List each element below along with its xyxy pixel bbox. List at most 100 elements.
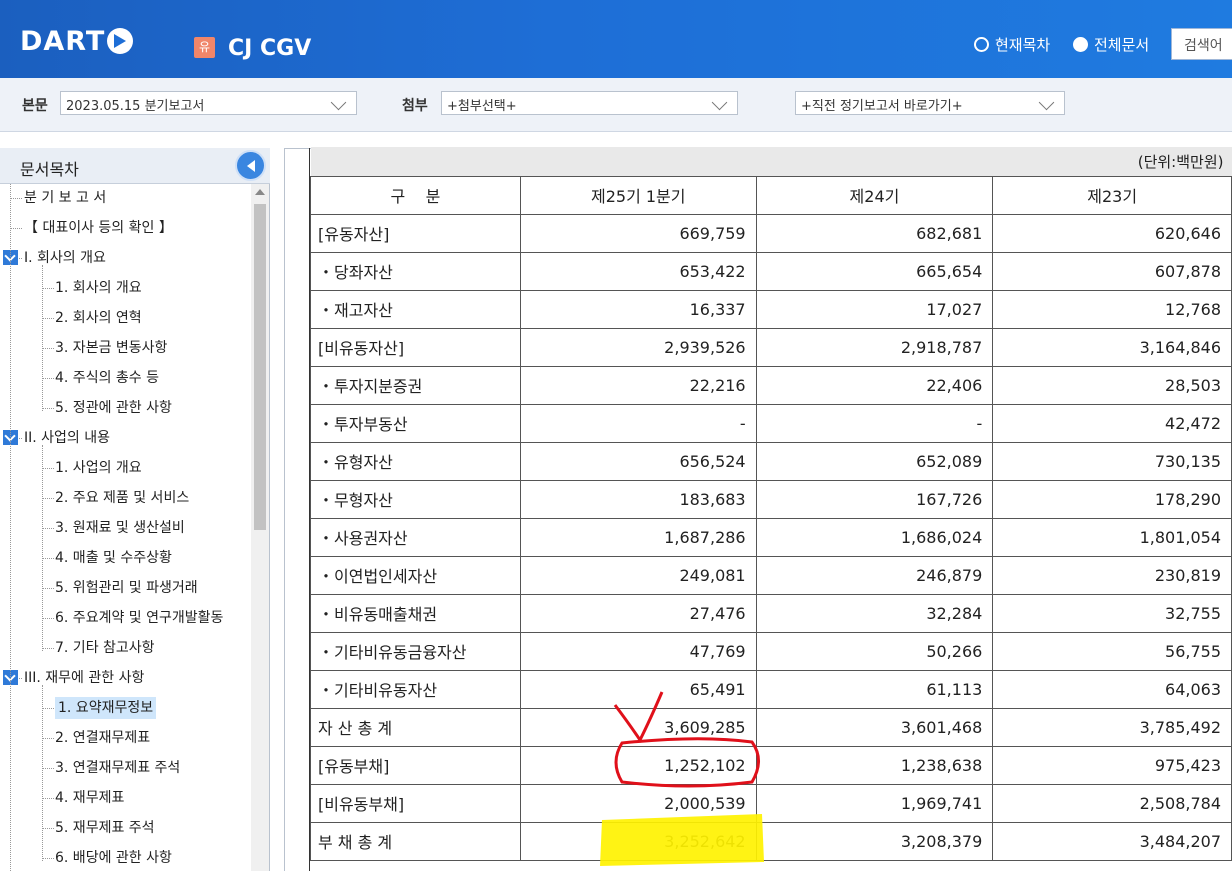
toc-sidebar: 문서목차 분 기 보 고 서 【 대표이사 등의 확인 】 I. 회사의 개요 1. … — [0, 148, 270, 871]
cell-value: 620,646 — [992, 213, 1232, 253]
toc-item[interactable]: 5. 정관에 관한 사항 — [55, 397, 172, 419]
row-label: ・무형자산 — [310, 479, 521, 519]
tree-connector — [42, 618, 54, 619]
row-label: [비유동부채] — [310, 783, 521, 823]
table-row: ・투자지분증권 22,216 22,406 28,503 — [310, 365, 1232, 405]
tree-connector — [42, 468, 54, 469]
dart-logo[interactable]: DART — [20, 24, 134, 58]
unit-label: (단위:백만원) — [310, 147, 1232, 177]
toc-item[interactable]: 분 기 보 고 서 — [24, 187, 106, 209]
attach-select-value: +첨부선택+ — [447, 99, 517, 114]
previous-report-value: +직전 정기보고서 바로가기+ — [801, 99, 963, 114]
table-row: ・기타비유동자산 65,491 61,113 64,063 — [310, 669, 1232, 709]
chevron-down-icon — [1038, 94, 1055, 111]
table-header-row: 구 분 제25기 1분기 제24기 제23기 — [310, 175, 1232, 215]
toc-item[interactable]: II. 사업의 내용 — [24, 427, 110, 449]
radio-current-toc[interactable]: 현재목차 — [974, 34, 1050, 55]
row-label: ・기타비유동금융자산 — [310, 631, 521, 671]
table-row: ・유형자산 656,524 652,089 730,135 — [310, 441, 1232, 481]
row-label: ・재고자산 — [310, 289, 521, 329]
table-row: ・투자부동산 - -42,472 — [310, 403, 1232, 443]
cell-value: 1,687,286 — [519, 517, 757, 557]
cell-value: 2,918,787 — [755, 327, 994, 367]
row-label: ・이연법인세자산 — [310, 555, 521, 595]
cell-value: 249,081 — [519, 555, 757, 595]
scroll-thumb[interactable] — [254, 204, 266, 530]
cell-value: 3,164,846 — [992, 327, 1232, 367]
tree-connector — [42, 708, 54, 709]
cell-value: - — [755, 403, 994, 443]
toc-item[interactable]: 1. 회사의 개요 — [55, 277, 142, 299]
cell-value: 32,755 — [992, 593, 1232, 633]
cell-value: 669,759 — [519, 213, 757, 253]
toc-item[interactable]: 2. 연결재무제표 — [55, 727, 150, 749]
cell-value: 246,879 — [755, 555, 994, 595]
cell-value: 607,878 — [992, 251, 1232, 291]
cell-value: 2,508,784 — [992, 783, 1232, 823]
cell-value: 3,484,207 — [992, 821, 1232, 861]
cell-value: 56,755 — [992, 631, 1232, 671]
toc-item[interactable]: 3. 자본금 변동사항 — [55, 337, 167, 359]
radio-circle-filled-icon — [1073, 37, 1088, 52]
table-row: [유동자산] 669,759 682,681 620,646 — [310, 213, 1232, 253]
tree-connector — [42, 798, 54, 799]
toc-item[interactable]: 1. 요약재무정보 — [55, 697, 157, 719]
top-header: DART 유 CJ CGV 현재목차 전체문서 검색어 — [0, 0, 1232, 78]
header-category: 구 분 — [310, 175, 521, 215]
tree-guide-line — [10, 184, 11, 871]
tree-connector — [10, 228, 22, 229]
cell-value: 3,252,642 — [519, 821, 757, 861]
tree-connector — [42, 378, 54, 379]
cell-value: 167,726 — [755, 479, 994, 519]
toc-item[interactable]: 4. 재무제표 — [55, 787, 124, 809]
attach-label: 첨부 — [402, 98, 428, 114]
table-row: 자 산 총 계 3,609,285 3,601,468 3,785,492 — [310, 707, 1232, 747]
cell-value: 975,423 — [992, 745, 1232, 785]
cell-value: 16,337 — [519, 289, 757, 329]
attach-select[interactable]: +첨부선택+ — [441, 91, 738, 115]
toc-item[interactable]: 5. 위험관리 및 파생거래 — [55, 577, 198, 599]
toc-item[interactable]: 3. 원재료 및 생산설비 — [55, 517, 185, 539]
chevron-down-icon — [711, 94, 728, 111]
toc-scrollbar[interactable] — [251, 184, 269, 871]
toc-item[interactable]: 5. 재무제표 주석 — [55, 817, 155, 839]
cell-value: 1,686,024 — [755, 517, 994, 557]
toc-item[interactable]: 4. 매출 및 수주상황 — [55, 547, 172, 569]
unit-row: (단위:백만원) — [310, 147, 1232, 177]
toc-item[interactable]: 6. 배당에 관한 사항 — [55, 847, 172, 869]
cell-value: 22,406 — [755, 365, 994, 405]
previous-report-select[interactable]: +직전 정기보고서 바로가기+ — [795, 91, 1065, 115]
tree-guide-line — [42, 685, 43, 861]
cell-value: 682,681 — [755, 213, 994, 253]
toc-item[interactable]: 4. 주식의 총수 등 — [55, 367, 159, 389]
cell-value: 1,969,741 — [755, 783, 994, 823]
row-label: 자 산 총 계 — [310, 707, 521, 747]
collapse-sidebar-icon[interactable] — [235, 150, 266, 181]
tree-connector — [42, 858, 54, 859]
toc-item[interactable]: 3. 연결재무제표 주석 — [55, 757, 180, 779]
row-label: ・당좌자산 — [310, 251, 521, 291]
row-label: [유동부채] — [310, 745, 521, 785]
tree-connector — [42, 408, 54, 409]
cell-value: 50,266 — [755, 631, 994, 671]
table-row: 부 채 총 계 3,252,642 3,208,379 3,484,207 — [310, 821, 1232, 861]
cell-value: 12,768 — [992, 289, 1232, 329]
toc-item[interactable]: 6. 주요계약 및 연구개발활동 — [55, 607, 223, 629]
scroll-up-arrow-icon[interactable] — [255, 189, 265, 195]
radio-all-doc[interactable]: 전체문서 — [1073, 34, 1149, 55]
toc-item[interactable]: 7. 기타 참고사항 — [55, 637, 155, 659]
logo-play-icon — [107, 28, 134, 54]
toc-item[interactable]: 1. 사업의 개요 — [55, 457, 142, 479]
toc-item[interactable]: 【 대표이사 등의 확인 】 — [24, 217, 173, 239]
table-row: ・기타비유동금융자산 47,769 50,266 56,755 — [310, 631, 1232, 671]
tree-connector — [42, 558, 54, 559]
row-label: ・비유동매출채권 — [310, 593, 521, 633]
toc-item[interactable]: 2. 주요 제품 및 서비스 — [55, 487, 189, 509]
toc-item[interactable]: 2. 회사의 연혁 — [55, 307, 142, 329]
row-label: ・투자부동산 — [310, 403, 521, 443]
tree-connector — [42, 738, 54, 739]
toc-item[interactable]: I. 회사의 개요 — [24, 247, 106, 269]
search-input[interactable]: 검색어 — [1171, 28, 1232, 60]
body-select[interactable]: 2023.05.15 분기보고서 — [60, 91, 357, 115]
cell-value: 2,000,539 — [519, 783, 757, 823]
